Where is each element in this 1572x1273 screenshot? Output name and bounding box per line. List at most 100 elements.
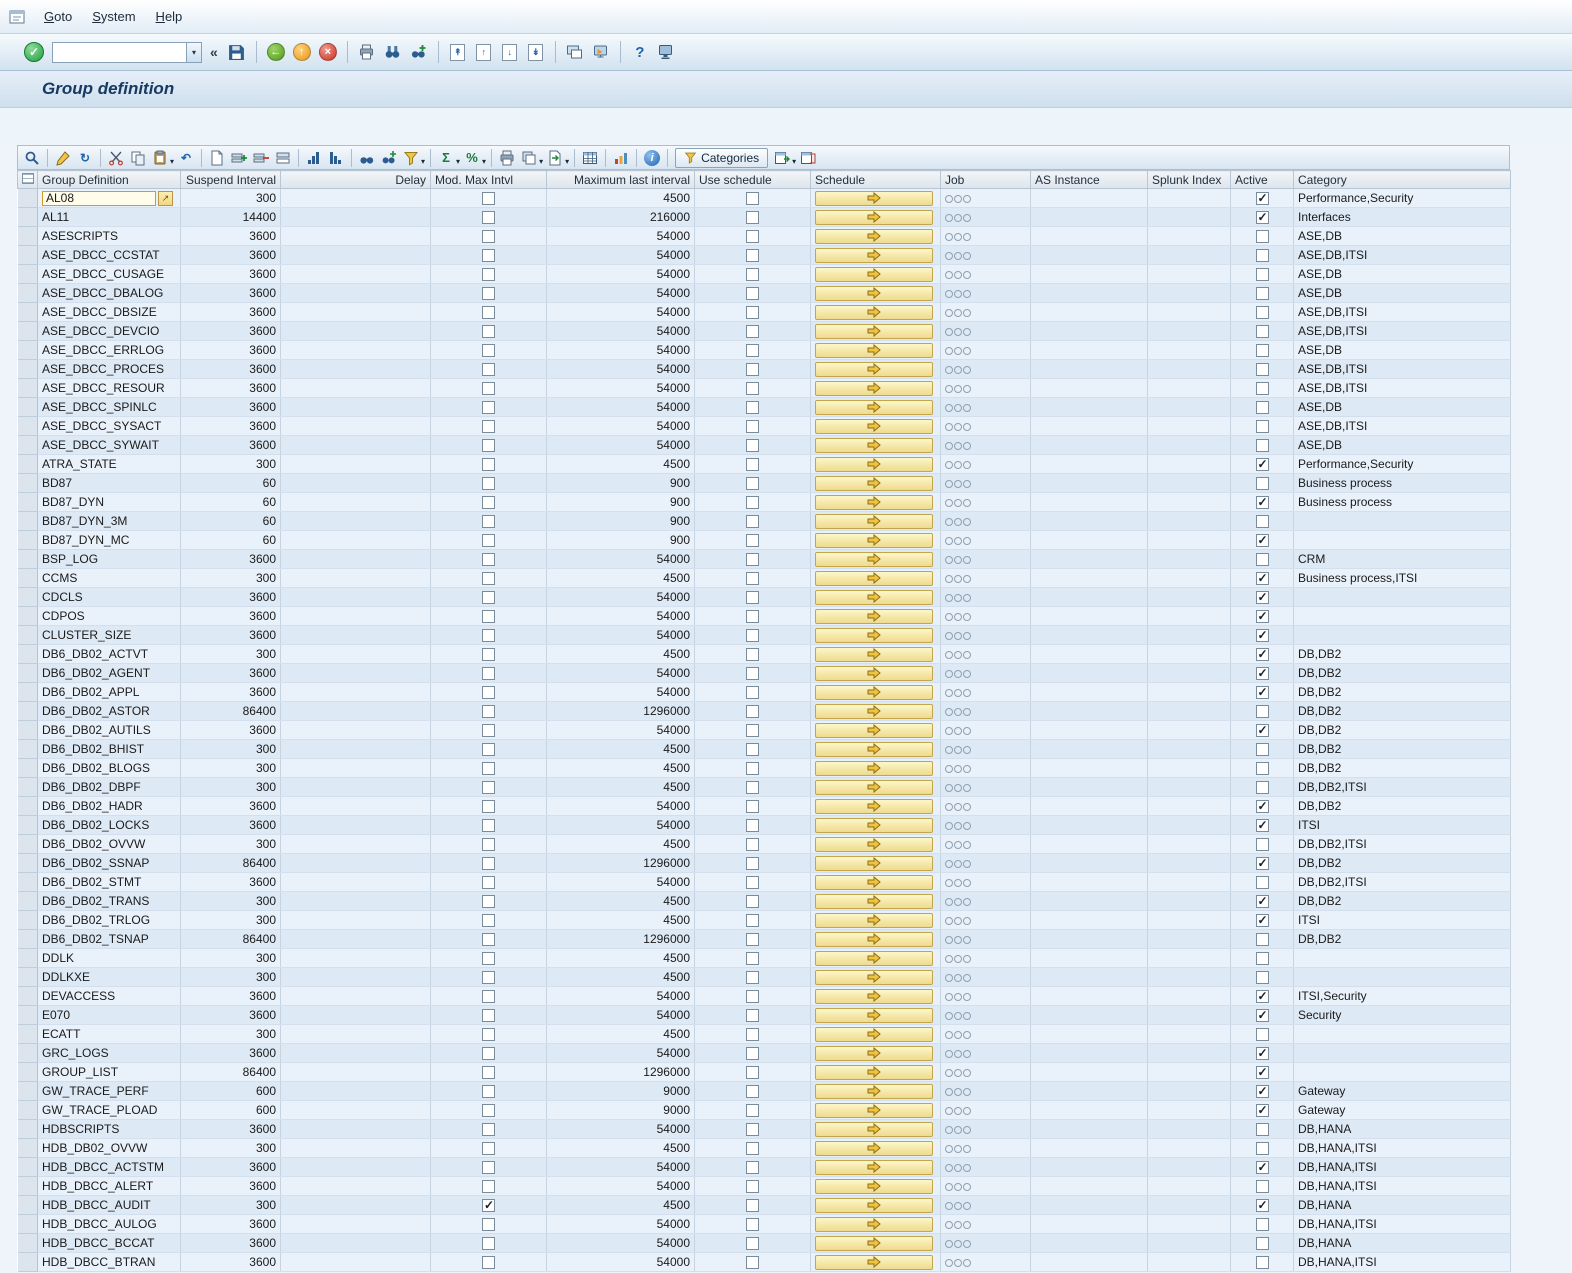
active-checkbox[interactable] — [1256, 857, 1269, 870]
delay-cell[interactable] — [281, 284, 431, 303]
splunk-index-cell[interactable] — [1148, 816, 1231, 835]
mod-max-checkbox[interactable] — [482, 1028, 495, 1041]
row-selector[interactable] — [18, 531, 38, 550]
category-cell[interactable] — [1294, 1025, 1511, 1044]
suspend-interval-cell[interactable]: 3600 — [181, 550, 281, 569]
category-cell[interactable]: DB,DB2,ITSI — [1294, 873, 1511, 892]
row-selector[interactable] — [18, 436, 38, 455]
splunk-index-cell[interactable] — [1148, 645, 1231, 664]
schedule-button[interactable] — [815, 818, 933, 833]
col-as-instance[interactable]: AS Instance — [1031, 171, 1148, 189]
suspend-interval-cell[interactable]: 300 — [181, 189, 281, 208]
category-cell[interactable] — [1294, 1044, 1511, 1063]
duplicate-row-icon[interactable] — [273, 148, 293, 168]
schedule-button[interactable] — [815, 875, 933, 890]
group-definition-cell[interactable]: DDLK ↗ — [38, 949, 181, 968]
group-definition-cell[interactable]: DEVACCESS ↗ — [38, 987, 181, 1006]
as-instance-cell[interactable] — [1031, 664, 1148, 683]
category-cell[interactable]: DB,HANA — [1294, 1196, 1511, 1215]
delay-cell[interactable] — [281, 607, 431, 626]
delay-cell[interactable] — [281, 797, 431, 816]
delay-cell[interactable] — [281, 740, 431, 759]
group-definition-cell[interactable]: DB6_DB02_AUTILS ↗ — [38, 721, 181, 740]
job-icon[interactable] — [945, 803, 971, 811]
job-icon[interactable] — [945, 765, 971, 773]
use-schedule-checkbox[interactable] — [746, 914, 759, 927]
category-cell[interactable]: Performance,Security — [1294, 455, 1511, 474]
schedule-button[interactable] — [815, 343, 933, 358]
suspend-interval-cell[interactable]: 3600 — [181, 607, 281, 626]
mod-max-checkbox[interactable] — [482, 230, 495, 243]
mod-max-checkbox[interactable] — [482, 876, 495, 889]
menu-goto[interactable]: Goto — [34, 6, 82, 27]
job-icon[interactable] — [945, 936, 971, 944]
splunk-index-cell[interactable] — [1148, 531, 1231, 550]
col-delay[interactable]: Delay — [281, 171, 431, 189]
col-group-definition[interactable]: Group Definition — [38, 171, 181, 189]
splunk-index-cell[interactable] — [1148, 379, 1231, 398]
active-checkbox[interactable] — [1256, 515, 1269, 528]
delay-cell[interactable] — [281, 664, 431, 683]
mod-max-checkbox[interactable] — [482, 363, 495, 376]
maximum-last-interval-cell[interactable]: 1296000 — [547, 1063, 695, 1082]
row-selector[interactable] — [18, 265, 38, 284]
group-definition-cell[interactable]: ASESCRIPTS ↗ — [38, 227, 181, 246]
splunk-index-cell[interactable] — [1148, 1025, 1231, 1044]
find-next-icon[interactable] — [408, 41, 430, 63]
as-instance-cell[interactable] — [1031, 987, 1148, 1006]
job-icon[interactable] — [945, 480, 971, 488]
choose-detail-icon[interactable] — [22, 148, 42, 168]
use-schedule-checkbox[interactable] — [746, 230, 759, 243]
use-schedule-checkbox[interactable] — [746, 1161, 759, 1174]
sum-icon[interactable]: Σ — [436, 148, 456, 168]
delay-cell[interactable] — [281, 1139, 431, 1158]
row-selector[interactable] — [18, 968, 38, 987]
mod-max-checkbox[interactable] — [482, 819, 495, 832]
job-icon[interactable] — [945, 537, 971, 545]
category-cell[interactable]: DB,DB2 — [1294, 645, 1511, 664]
delay-cell[interactable] — [281, 531, 431, 550]
maximum-last-interval-cell[interactable]: 54000 — [547, 1253, 695, 1272]
group-definition-cell[interactable]: HDB_DBCC_AULOG ↗ — [38, 1215, 181, 1234]
maximum-last-interval-cell[interactable]: 4500 — [547, 1139, 695, 1158]
job-icon[interactable] — [945, 1202, 971, 1210]
schedule-button[interactable] — [815, 229, 933, 244]
mod-max-checkbox[interactable] — [482, 800, 495, 813]
as-instance-cell[interactable] — [1031, 740, 1148, 759]
use-schedule-checkbox[interactable] — [746, 800, 759, 813]
row-selector[interactable] — [18, 740, 38, 759]
mod-max-checkbox[interactable] — [482, 933, 495, 946]
use-schedule-checkbox[interactable] — [746, 1085, 759, 1098]
maximum-last-interval-cell[interactable]: 54000 — [547, 379, 695, 398]
schedule-button[interactable] — [815, 894, 933, 909]
job-icon[interactable] — [945, 651, 971, 659]
schedule-button[interactable] — [815, 457, 933, 472]
mod-max-checkbox[interactable] — [482, 401, 495, 414]
schedule-button[interactable] — [815, 647, 933, 662]
group-definition-cell[interactable]: ASE_DBCC_SPINLC ↗ — [38, 398, 181, 417]
group-definition-cell[interactable]: DB6_DB02_HADR ↗ — [38, 797, 181, 816]
category-cell[interactable]: DB,HANA — [1294, 1120, 1511, 1139]
maximum-last-interval-cell[interactable]: 54000 — [547, 1177, 695, 1196]
use-schedule-checkbox[interactable] — [746, 743, 759, 756]
mod-max-checkbox[interactable] — [482, 990, 495, 1003]
group-definition-cell[interactable]: GW_TRACE_PLOAD ↗ — [38, 1101, 181, 1120]
job-icon[interactable] — [945, 556, 971, 564]
job-icon[interactable] — [945, 1183, 971, 1191]
job-icon[interactable] — [945, 841, 971, 849]
as-instance-cell[interactable] — [1031, 1158, 1148, 1177]
schedule-button[interactable] — [815, 419, 933, 434]
maximum-last-interval-cell[interactable]: 54000 — [547, 873, 695, 892]
category-cell[interactable]: ITSI,Security — [1294, 987, 1511, 1006]
row-selector[interactable] — [18, 1139, 38, 1158]
category-cell[interactable]: ASE,DB — [1294, 341, 1511, 360]
use-schedule-checkbox[interactable] — [746, 781, 759, 794]
category-cell[interactable]: ASE,DB — [1294, 284, 1511, 303]
mod-max-checkbox[interactable] — [482, 667, 495, 680]
category-cell[interactable]: DB,HANA,ITSI — [1294, 1158, 1511, 1177]
active-checkbox[interactable] — [1256, 1028, 1269, 1041]
suspend-interval-cell[interactable]: 300 — [181, 645, 281, 664]
splunk-index-cell[interactable] — [1148, 854, 1231, 873]
use-schedule-checkbox[interactable] — [746, 363, 759, 376]
splunk-index-cell[interactable] — [1148, 398, 1231, 417]
